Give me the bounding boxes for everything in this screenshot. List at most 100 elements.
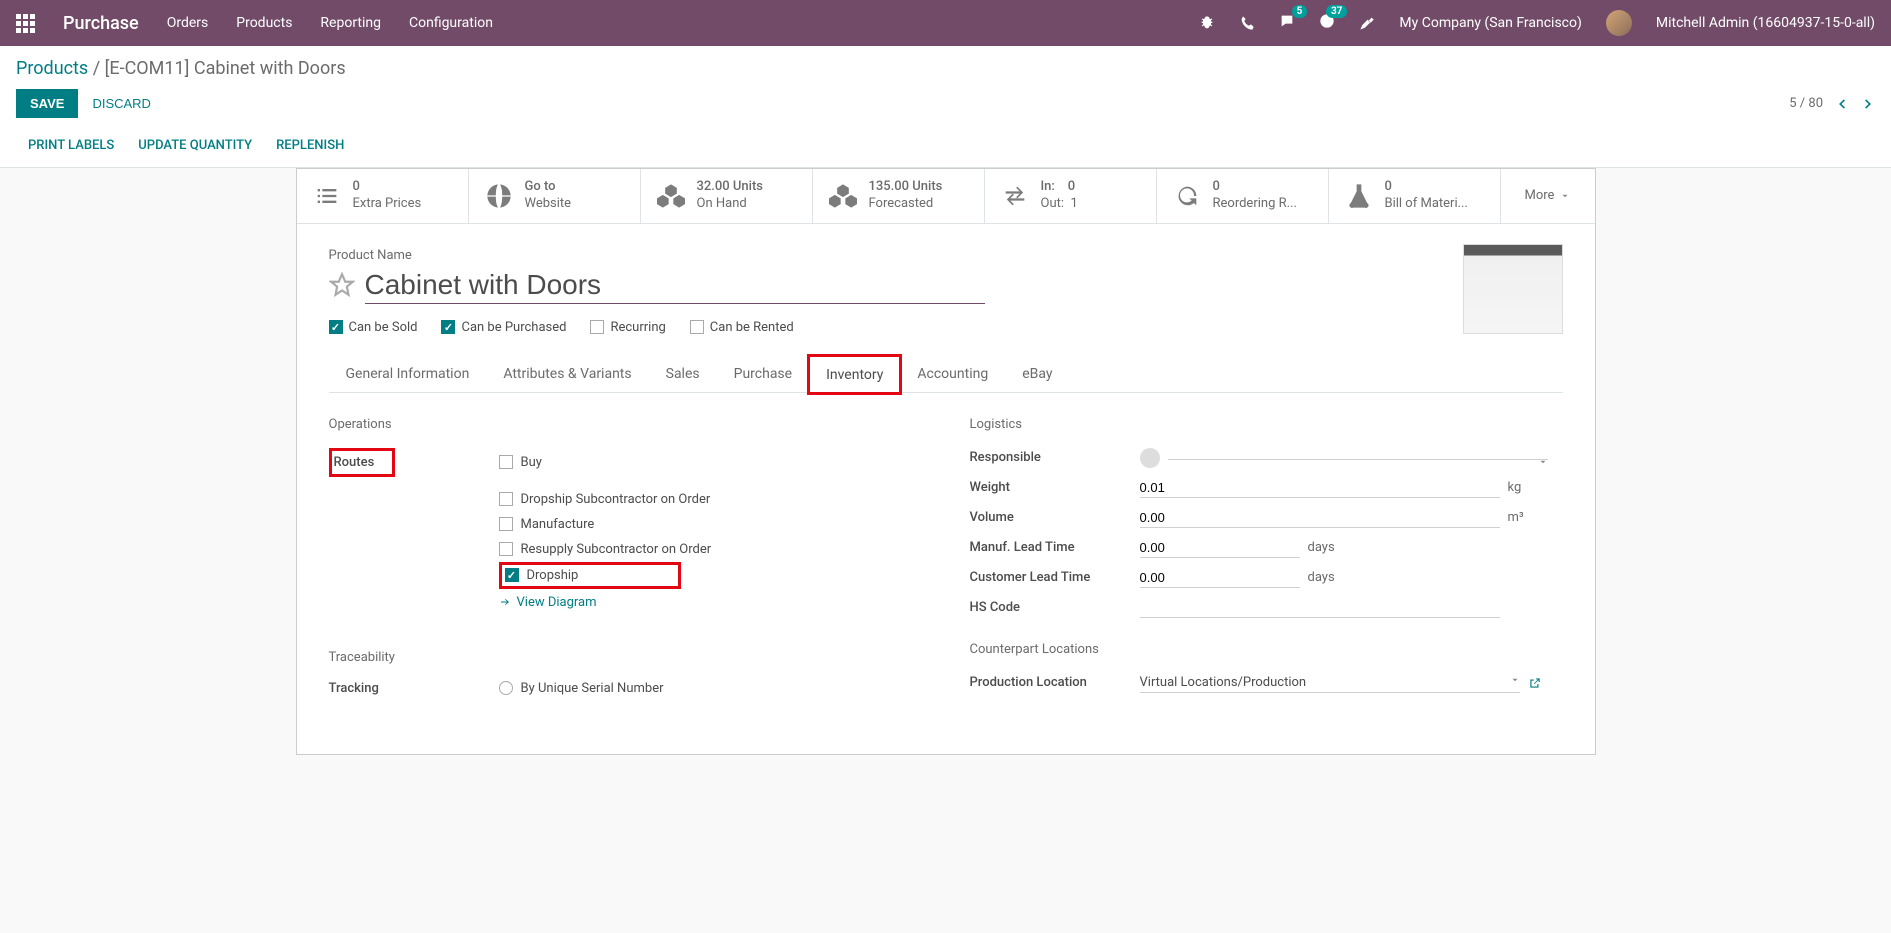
route-buy[interactable]: Buy: [499, 450, 922, 475]
tracking-serial[interactable]: By Unique Serial Number: [499, 681, 922, 696]
routes-row: Routes Buy: [329, 448, 922, 477]
pager: 5 / 80: [1789, 96, 1875, 111]
col-right: Logistics Responsible Weight kg Volume m…: [970, 417, 1563, 706]
tab-general-info[interactable]: General Information: [329, 355, 487, 392]
save-button[interactable]: SAVE: [16, 89, 78, 118]
stat-reordering[interactable]: 0Reordering R...: [1157, 169, 1329, 223]
product-name-input[interactable]: [365, 267, 985, 304]
title-row: [329, 267, 1563, 304]
nav-configuration[interactable]: Configuration: [409, 15, 493, 31]
brand[interactable]: Purchase: [63, 13, 139, 34]
pager-prev[interactable]: [1835, 97, 1849, 111]
bug-icon[interactable]: [1199, 15, 1215, 31]
nav-reporting[interactable]: Reporting: [320, 15, 381, 31]
volume-input[interactable]: [1140, 508, 1500, 528]
content-wrap: 0Extra Prices Go toWebsite 32.00 UnitsOn…: [0, 168, 1891, 755]
phone-icon[interactable]: [1239, 15, 1255, 31]
hs-code-label: HS Code: [970, 600, 1140, 615]
external-link-icon[interactable]: [1528, 676, 1542, 690]
route-resupply-subcontractor[interactable]: Resupply Subcontractor on Order: [499, 537, 922, 562]
stat-forecasted[interactable]: 135.00 UnitsForecasted: [813, 169, 985, 223]
tab-sales[interactable]: Sales: [649, 355, 717, 392]
traceability-title: Traceability: [329, 650, 922, 665]
breadcrumb-parent[interactable]: Products: [16, 58, 88, 79]
stat-website[interactable]: Go toWebsite: [469, 169, 641, 223]
responsible-label: Responsible: [970, 450, 1140, 465]
stat-more[interactable]: More: [1501, 169, 1595, 223]
avatar[interactable]: [1606, 10, 1632, 36]
route-dropship-subcontractor[interactable]: Dropship Subcontractor on Order: [499, 487, 922, 512]
breadcrumb: Products / [E-COM11] Cabinet with Doors: [16, 58, 1875, 79]
activity-icon[interactable]: 37: [1319, 13, 1335, 33]
routes-label: Routes: [329, 448, 396, 477]
breadcrumb-current: [E-COM11] Cabinet with Doors: [105, 58, 346, 79]
chevron-down-icon: [1560, 191, 1570, 201]
form-sheet: 0Extra Prices Go toWebsite 32.00 UnitsOn…: [296, 168, 1596, 755]
tab-ebay[interactable]: eBay: [1005, 355, 1069, 392]
list-icon: [313, 182, 341, 210]
chevron-down-icon: [1538, 457, 1548, 467]
stat-bom[interactable]: 0Bill of Materi...: [1329, 169, 1501, 223]
counterpart-title: Counterpart Locations: [970, 642, 1563, 657]
tab-attributes[interactable]: Attributes & Variants: [486, 355, 648, 392]
action-buttons-row: PRINT LABELS UPDATE QUANTITY REPLENISH: [0, 128, 1891, 168]
company-selector[interactable]: My Company (San Francisco): [1399, 15, 1581, 31]
nav-orders[interactable]: Orders: [167, 15, 209, 31]
responsible-select[interactable]: [1168, 455, 1548, 460]
responsible-row: Responsible: [970, 448, 1563, 468]
weight-input[interactable]: [1140, 478, 1500, 498]
activity-count: 37: [1326, 5, 1347, 18]
tracking-row: Tracking By Unique Serial Number: [329, 681, 922, 696]
tab-content-inventory: Operations Routes Buy Dropship Subcontra…: [329, 393, 1563, 730]
replenish-button[interactable]: REPLENISH: [276, 138, 344, 153]
responsible-avatar: [1140, 448, 1160, 468]
nav-products[interactable]: Products: [236, 15, 292, 31]
hs-code-input[interactable]: [1140, 598, 1500, 618]
tab-purchase[interactable]: Purchase: [717, 355, 809, 392]
stat-on-hand[interactable]: 32.00 UnitsOn Hand: [641, 169, 813, 223]
check-row: Can be Sold Can be Purchased Recurring C…: [329, 320, 1563, 335]
manuf-lead-input[interactable]: [1140, 538, 1300, 558]
cust-lead-label: Customer Lead Time: [970, 570, 1140, 585]
favorite-star-icon[interactable]: [329, 272, 355, 298]
update-quantity-button[interactable]: UPDATE QUANTITY: [138, 138, 252, 153]
cust-lead-row: Customer Lead Time days: [970, 568, 1563, 588]
can-be-purchased-checkbox[interactable]: Can be Purchased: [441, 320, 566, 335]
flask-icon: [1345, 182, 1373, 210]
print-labels-button[interactable]: PRINT LABELS: [28, 138, 114, 153]
route-options: Dropship Subcontractor on Order Manufact…: [499, 487, 922, 610]
col-left: Operations Routes Buy Dropship Subcontra…: [329, 417, 922, 706]
view-diagram-link[interactable]: View Diagram: [499, 595, 922, 610]
prod-loc-label: Production Location: [970, 675, 1140, 690]
discard-button[interactable]: DISCARD: [78, 89, 165, 118]
refresh-icon: [1173, 182, 1201, 210]
tracking-label: Tracking: [329, 681, 499, 696]
transfer-icon: [1001, 182, 1029, 210]
volume-label: Volume: [970, 510, 1140, 525]
logistics-title: Logistics: [970, 417, 1563, 432]
apps-icon[interactable]: [16, 14, 35, 33]
pager-next[interactable]: [1861, 97, 1875, 111]
tools-icon[interactable]: [1359, 15, 1375, 31]
chevron-down-icon: [1510, 675, 1520, 685]
tab-accounting[interactable]: Accounting: [900, 355, 1005, 392]
globe-icon: [485, 182, 513, 210]
tab-inventory[interactable]: Inventory: [809, 356, 900, 393]
breadcrumb-bar: Products / [E-COM11] Cabinet with Doors: [0, 46, 1891, 79]
cust-lead-input[interactable]: [1140, 568, 1300, 588]
messages-icon[interactable]: 5: [1279, 13, 1295, 33]
user-menu[interactable]: Mitchell Admin (16604937-15-0-all): [1656, 15, 1875, 31]
prod-loc-row: Production Location Virtual Locations/Pr…: [970, 673, 1563, 693]
can-be-rented-checkbox[interactable]: Can be Rented: [690, 320, 794, 335]
stat-extra-prices[interactable]: 0Extra Prices: [297, 169, 469, 223]
route-manufacture[interactable]: Manufacture: [499, 512, 922, 537]
route-dropship[interactable]: Dropship: [499, 562, 682, 589]
stat-transfers[interactable]: In: 0Out: 1: [985, 169, 1157, 223]
product-image[interactable]: [1463, 244, 1563, 334]
weight-row: Weight kg: [970, 478, 1563, 498]
actions-row: SAVE DISCARD 5 / 80: [0, 79, 1891, 128]
cubes-icon: [829, 182, 857, 210]
recurring-checkbox[interactable]: Recurring: [590, 320, 665, 335]
can-be-sold-checkbox[interactable]: Can be Sold: [329, 320, 418, 335]
prod-loc-select[interactable]: Virtual Locations/Production: [1140, 673, 1520, 693]
